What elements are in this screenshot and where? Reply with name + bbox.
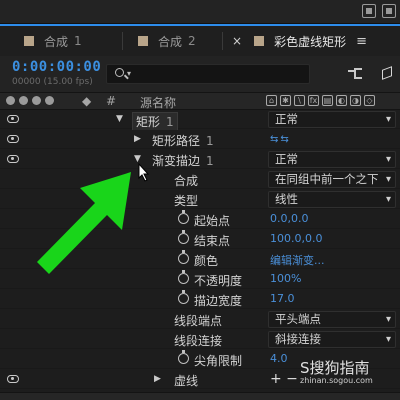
property-value[interactable]: 17.0 <box>270 292 295 305</box>
fx-icon: fx <box>308 95 319 106</box>
property-name: 线段连接 <box>174 334 223 348</box>
property-name: 矩形路径 1 <box>152 134 214 148</box>
property-name: 起始点 <box>194 214 231 228</box>
tab-label: 合成 <box>158 34 183 49</box>
source-name-column[interactable]: 源名称 <box>140 94 176 111</box>
path-direction-icon[interactable]: ⇆ ⇆ <box>270 134 289 145</box>
top-toolbar <box>0 0 400 24</box>
column-headers: ◆ # 源名称 ⌂ ✱ \ fx ▤ ◐ ◑ ◇ <box>0 92 400 110</box>
layer-name: 矩形 1 <box>132 112 178 131</box>
property-name: 尖角限制 <box>194 354 243 368</box>
composite-dropdown[interactable]: 在同组中前一个之下 ▾ <box>268 171 396 188</box>
table-row: 不透明度 100% <box>0 270 400 289</box>
table-row: 描边宽度 17.0 <box>0 290 400 309</box>
property-name: 描边宽度 <box>194 294 243 308</box>
watermark-url: zhinan.sogou.com <box>300 376 373 385</box>
table-row[interactable]: ▼ 矩形 1 正常 ▾ <box>0 110 400 131</box>
property-name: 虚线 <box>174 374 199 388</box>
bottom-bar <box>0 392 400 400</box>
tab-num: 1 <box>74 34 82 48</box>
table-row: 起始点 0.0,0.0 <box>0 210 400 229</box>
property-name: 类型 <box>174 194 199 208</box>
solo-column-icon <box>32 96 41 105</box>
property-name: 不透明度 <box>194 274 243 288</box>
switches-column-icons: ⌂ ✱ \ fx ▤ ◐ ◑ ◇ <box>266 95 375 106</box>
shy-icon: ⌂ <box>266 95 277 106</box>
property-name: 颜色 <box>194 254 219 268</box>
3d-cube-icon[interactable] <box>378 64 396 82</box>
frame-rate: 00000 (15.00 fps) <box>12 77 93 87</box>
lock-column-icon <box>45 96 54 105</box>
graph-flow-icon[interactable] <box>348 68 364 80</box>
timecode[interactable]: 0:00:00:00 <box>12 59 101 75</box>
collapse-icon: ✱ <box>280 95 291 106</box>
tab-label: 合成 <box>44 34 69 49</box>
line-join-dropdown[interactable]: 斜接连接 ▾ <box>268 331 396 348</box>
tab-colored-dashed-rect[interactable]: × 彩色虚线矩形 ≡ <box>232 26 367 56</box>
motion-blur-icon: ◐ <box>336 95 347 106</box>
chevron-right-icon[interactable]: ▶ <box>134 134 141 144</box>
stopwatch-icon[interactable] <box>178 270 189 284</box>
eye-icon[interactable] <box>7 135 19 143</box>
chevron-right-icon[interactable]: ▶ <box>154 374 161 384</box>
search-icon <box>115 68 124 77</box>
table-row: 线段端点 平头端点 ▾ <box>0 310 400 329</box>
audio-column-icon <box>19 96 28 105</box>
mouse-cursor-icon <box>138 163 150 182</box>
property-value[interactable]: 4.0 <box>270 352 288 365</box>
stopwatch-icon[interactable] <box>178 290 189 304</box>
property-value[interactable]: 100.0,0.0 <box>270 232 322 245</box>
tab-label: 彩色虚线矩形 <box>274 34 347 49</box>
tab-comp-1[interactable]: 合成 1 <box>24 26 82 56</box>
stopwatch-icon[interactable] <box>178 250 189 264</box>
table-row: 合成 在同组中前一个之下 ▾ <box>0 170 400 189</box>
eye-column-icon <box>6 96 15 105</box>
timeline-header: 0:00:00:00 00000 (15.00 fps) ▾ <box>0 56 400 92</box>
hash-column: # <box>106 94 117 108</box>
quality-icon: \ <box>294 95 305 106</box>
property-name: 合成 <box>174 174 199 188</box>
table-row[interactable]: ▶ 矩形路径 1 ⇆ ⇆ <box>0 130 400 149</box>
frame-blend-icon: ▤ <box>322 95 333 106</box>
property-name: 结束点 <box>194 234 231 248</box>
blend-mode-dropdown[interactable]: 正常 ▾ <box>268 111 396 128</box>
window-icon[interactable] <box>382 4 396 18</box>
label-column-icon: ◆ <box>82 94 92 108</box>
close-icon[interactable]: × <box>232 34 242 48</box>
table-row: 结束点 100.0,0.0 <box>0 230 400 249</box>
property-value[interactable]: 0.0,0.0 <box>270 212 308 225</box>
table-row: 类型 线性 ▾ <box>0 190 400 209</box>
table-row[interactable]: ▼ 渐变描边 1 正常 ▾ <box>0 150 400 169</box>
adjustment-icon: ◑ <box>350 95 361 106</box>
stopwatch-icon[interactable] <box>178 350 189 364</box>
panel-icon[interactable] <box>362 4 376 18</box>
table-row: 线段连接 斜接连接 ▾ <box>0 330 400 349</box>
comp-color-icon <box>138 36 148 46</box>
line-cap-dropdown[interactable]: 平头端点 ▾ <box>268 311 396 328</box>
search-input[interactable]: ▾ <box>106 64 310 84</box>
add-dash-button[interactable]: + − <box>270 371 298 387</box>
eye-icon[interactable] <box>7 155 19 163</box>
property-name: 线段端点 <box>174 314 223 328</box>
blend-mode-dropdown[interactable]: 正常 ▾ <box>268 151 396 168</box>
eye-icon[interactable] <box>7 115 19 123</box>
tab-comp-2[interactable]: 合成 2 <box>138 26 196 56</box>
stopwatch-icon[interactable] <box>178 210 189 224</box>
chevron-down-icon: ▾ <box>127 69 132 78</box>
comp-color-icon <box>254 36 265 46</box>
composition-tabs: 合成 1 合成 2 × 彩色虚线矩形 ≡ <box>0 24 400 56</box>
table-row: 颜色 编辑渐变... <box>0 250 400 269</box>
type-dropdown[interactable]: 线性 ▾ <box>268 191 396 208</box>
property-value[interactable]: 100% <box>270 272 301 285</box>
tab-num: 2 <box>188 34 196 48</box>
eye-icon[interactable] <box>7 375 19 383</box>
comp-color-icon <box>24 36 34 46</box>
stopwatch-icon[interactable] <box>178 230 189 244</box>
edit-gradient-link[interactable]: 编辑渐变... <box>270 252 325 268</box>
chevron-down-icon[interactable]: ▼ <box>116 114 123 124</box>
watermark-logo: S搜狗指南 <box>300 359 370 377</box>
3d-layer-icon: ◇ <box>364 95 375 106</box>
menu-icon[interactable]: ≡ <box>356 34 367 49</box>
property-name: 渐变描边 1 <box>152 154 214 168</box>
